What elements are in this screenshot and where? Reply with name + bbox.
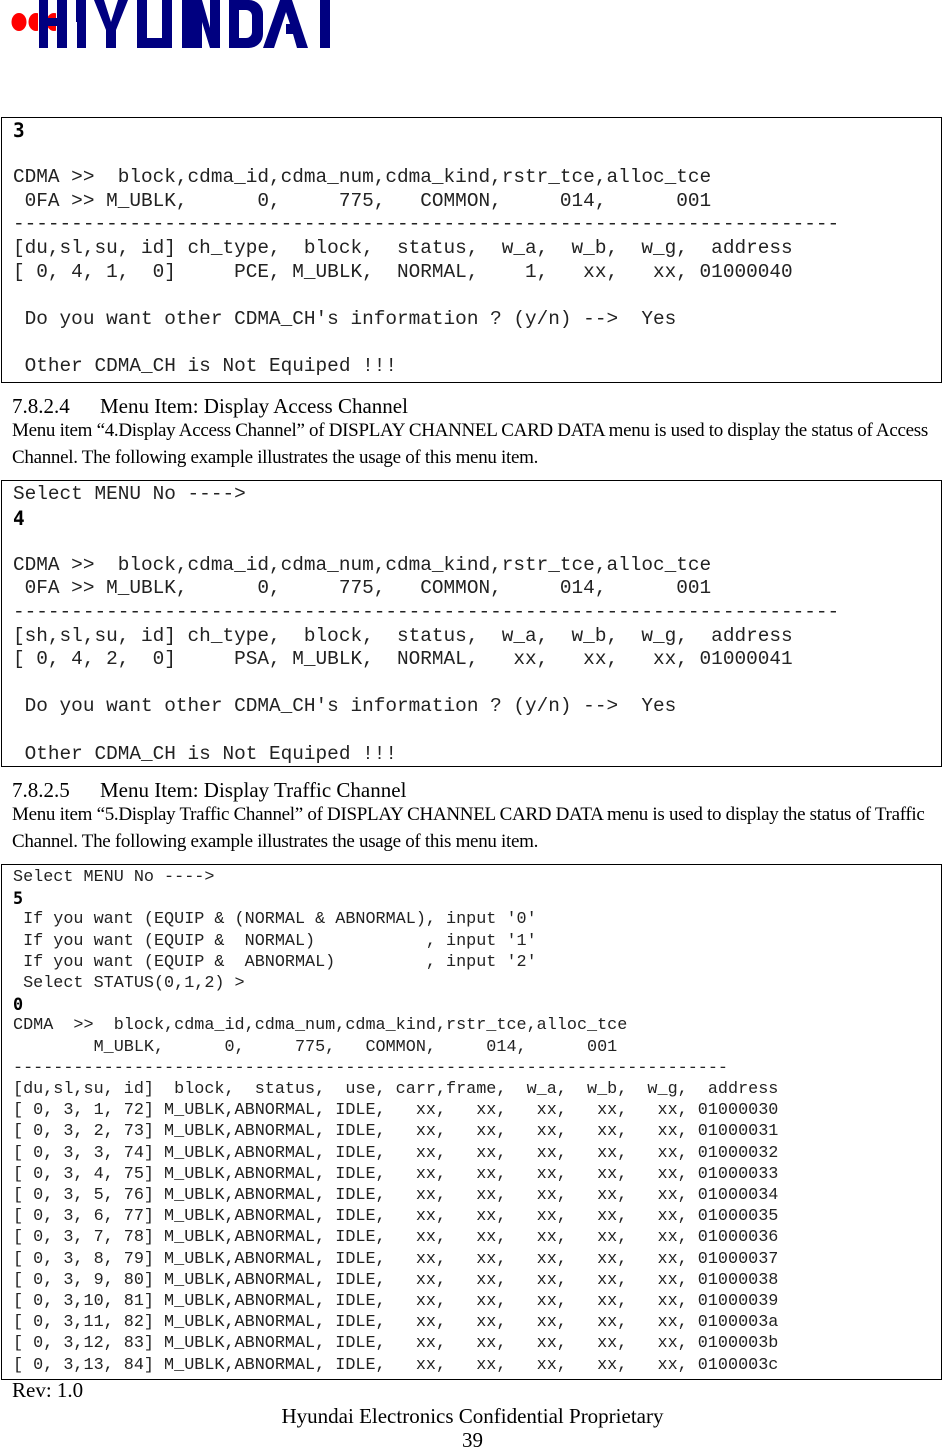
terminal-line: [du,sl,su, id] ch_type, block, status, w… xyxy=(13,236,793,259)
terminal-line: M_UBLK, 0, 775, COMMON, 014, 001 xyxy=(13,1037,618,1057)
section-paragraph-access-channel: Menu item “4.Display Access Channel” of … xyxy=(12,420,928,468)
user-input-line: 5 xyxy=(13,888,24,909)
terminal-line: Select MENU No ----> xyxy=(13,483,246,505)
terminal-line: Do you want other CDMA_CH's information … xyxy=(13,695,677,718)
terminal-line: CDMA >> block,cdma_id,cdma_num,cdma_kind… xyxy=(13,1016,628,1036)
terminal-line: [ 0, 3, 5, 76] M_UBLK,ABNORMAL, IDLE, xx… xyxy=(13,1186,779,1206)
terminal-line: ----------------------------------------… xyxy=(13,213,840,236)
hyundai-logo xyxy=(10,0,340,50)
terminal-line: [ 0, 4, 1, 0] PCE, M_UBLK, NORMAL, 1, xx… xyxy=(13,260,793,283)
terminal-line: [ 0, 4, 2, 0] PSA, M_UBLK, NORMAL, xx, x… xyxy=(13,648,793,671)
footer-confidential: Hyundai Electronics Confidential Proprie… xyxy=(281,1404,664,1428)
logo-wordmark xyxy=(39,0,330,48)
terminal-output-box-1: 3 CDMA >> block,cdma_id,cdma_num,cdma_ki… xyxy=(1,117,942,383)
footer-revision: Rev: 1.0 xyxy=(12,1378,84,1402)
section-heading-access-channel: 7.8.2.4 Menu Item: Display Access Channel xyxy=(12,394,408,419)
terminal-line: If you want (EQUIP & NORMAL) , input '1' xyxy=(13,931,537,951)
terminal-line: CDMA >> block,cdma_id,cdma_num,cdma_kind… xyxy=(13,166,712,189)
page-number: 39 xyxy=(462,1428,483,1452)
terminal-line: [ 0, 3,12, 83] M_UBLK,ABNORMAL, IDLE, xx… xyxy=(13,1334,779,1354)
terminal-line: Select STATUS(0,1,2) > xyxy=(13,974,245,994)
terminal-line: [ 0, 3, 1, 72] M_UBLK,ABNORMAL, IDLE, xx… xyxy=(13,1101,779,1121)
terminal-line: [ 0, 3,11, 82] M_UBLK,ABNORMAL, IDLE, xx… xyxy=(13,1313,779,1333)
terminal-line: Do you want other CDMA_CH's information … xyxy=(13,307,677,330)
terminal-line: ----------------------------------------… xyxy=(13,600,840,623)
terminal-line: Other CDMA_CH is Not Equiped !!! xyxy=(13,354,397,377)
terminal-line: ----------------------------------------… xyxy=(13,1058,728,1078)
section-title: Menu Item: Display Access Channel xyxy=(100,394,408,418)
terminal-line: If you want (EQUIP & ABNORMAL) , input '… xyxy=(13,952,537,972)
terminal-line: [du,sl,su, id] block, status, use, carr,… xyxy=(13,1080,779,1100)
terminal-output-box-2: Select MENU No ----> 4 CDMA >> block,cdma… xyxy=(1,480,942,767)
terminal-line: Other CDMA_CH is Not Equiped !!! xyxy=(13,742,397,765)
terminal-output-box-3: Select MENU No ----> 5 If you want (EQUIP… xyxy=(1,864,942,1380)
section-number: 7.8.2.5 xyxy=(12,778,70,802)
terminal-line: CDMA >> block,cdma_id,cdma_num,cdma_kind… xyxy=(13,553,712,576)
terminal-line: [ 0, 3, 6, 77] M_UBLK,ABNORMAL, IDLE, xx… xyxy=(13,1207,779,1227)
user-input-line: 0 xyxy=(13,994,24,1015)
user-input-line: 3 xyxy=(13,119,25,142)
terminal-line: [ 0, 3,10, 81] M_UBLK,ABNORMAL, IDLE, xx… xyxy=(13,1292,779,1312)
terminal-line: [ 0, 3, 3, 74] M_UBLK,ABNORMAL, IDLE, xx… xyxy=(13,1143,779,1163)
user-input-line: 4 xyxy=(13,506,25,530)
terminal-line: Select MENU No ----> xyxy=(13,868,215,887)
terminal-line: 0FA >> M_UBLK, 0, 775, COMMON, 014, 001 xyxy=(13,577,712,600)
terminal-line: 0FA >> M_UBLK, 0, 775, COMMON, 014, 001 xyxy=(13,189,712,212)
section-heading-traffic-channel: 7.8.2.5 Menu Item: Display Traffic Channe… xyxy=(12,778,406,803)
section-paragraph-traffic-channel: Menu item “5.Display Traffic Channel” of… xyxy=(12,804,925,852)
terminal-line: [ 0, 3, 8, 79] M_UBLK,ABNORMAL, IDLE, xx… xyxy=(13,1249,779,1269)
terminal-line: If you want (EQUIP & (NORMAL & ABNORMAL)… xyxy=(13,910,537,930)
terminal-line: [ 0, 3,13, 84] M_UBLK,ABNORMAL, IDLE, xx… xyxy=(13,1355,779,1375)
terminal-line: [ 0, 3, 7, 78] M_UBLK,ABNORMAL, IDLE, xx… xyxy=(13,1228,779,1248)
section-title: Menu Item: Display Traffic Channel xyxy=(100,778,407,802)
terminal-line: [ 0, 3, 2, 73] M_UBLK,ABNORMAL, IDLE, xx… xyxy=(13,1122,779,1142)
terminal-line: [sh,sl,su, id] ch_type, block, status, w… xyxy=(13,624,793,647)
section-number: 7.8.2.4 xyxy=(12,394,70,418)
terminal-line: [ 0, 3, 9, 80] M_UBLK,ABNORMAL, IDLE, xx… xyxy=(13,1270,779,1290)
terminal-line: [ 0, 3, 4, 75] M_UBLK,ABNORMAL, IDLE, xx… xyxy=(13,1164,779,1184)
